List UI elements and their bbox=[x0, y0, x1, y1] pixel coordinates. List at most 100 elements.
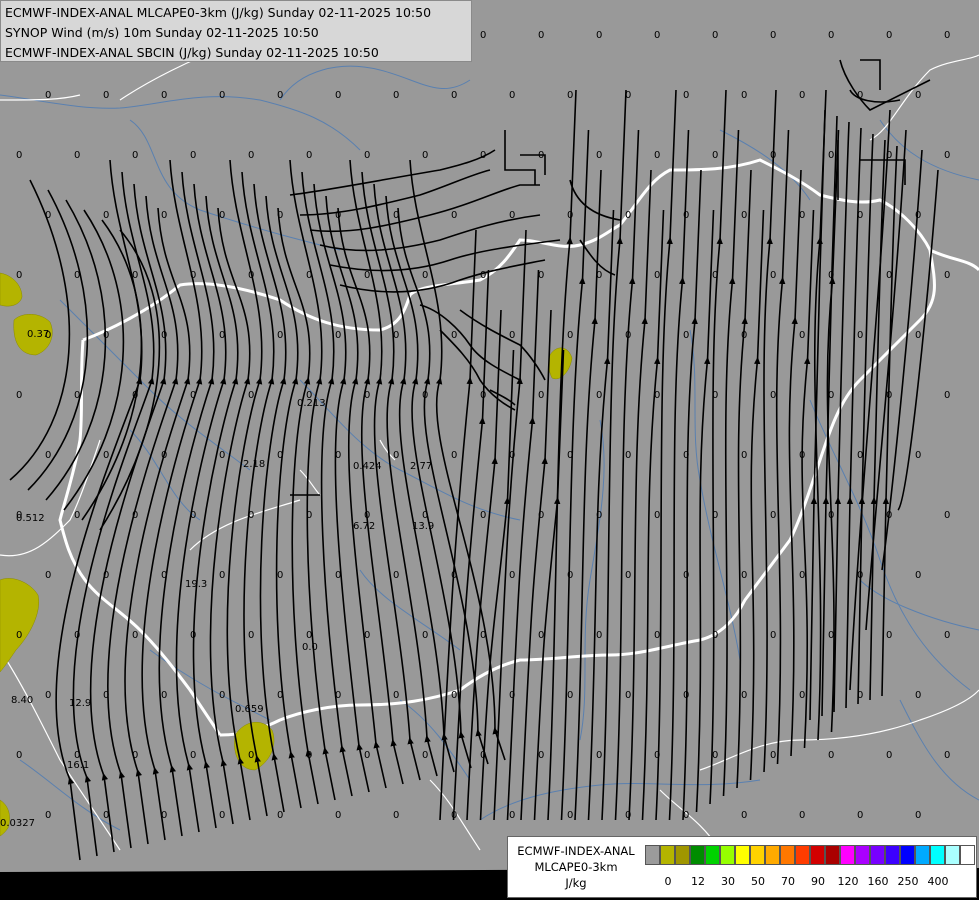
legend-swatch bbox=[660, 845, 675, 865]
zero-label: 0 bbox=[799, 90, 805, 101]
legend-swatch bbox=[645, 845, 660, 865]
zero-label: 0 bbox=[741, 810, 747, 821]
zero-label: 0 bbox=[335, 810, 341, 821]
zero-label: 0 bbox=[944, 510, 950, 521]
zero-label: 0 bbox=[45, 570, 51, 581]
zero-label: 0 bbox=[74, 510, 80, 521]
zero-label: 0 bbox=[654, 270, 660, 281]
legend-swatch bbox=[750, 845, 765, 865]
zero-label: 0 bbox=[596, 630, 602, 641]
zero-label: 0 bbox=[509, 570, 515, 581]
zero-label: 0 bbox=[770, 630, 776, 641]
zero-label: 0 bbox=[45, 450, 51, 461]
zero-label: 0 bbox=[596, 390, 602, 401]
zero-label: 0 bbox=[219, 210, 225, 221]
zero-label: 0 bbox=[306, 390, 312, 401]
zero-label: 0 bbox=[538, 390, 544, 401]
zero-label: 0 bbox=[683, 570, 689, 581]
zero-label: 0 bbox=[248, 150, 254, 161]
cin-label: 2.77 bbox=[410, 461, 432, 472]
zero-label: 0 bbox=[219, 450, 225, 461]
zero-label: 0 bbox=[422, 270, 428, 281]
legend-tick-label: 12 bbox=[691, 875, 705, 888]
zero-label: 0 bbox=[219, 810, 225, 821]
zero-label: 0 bbox=[451, 450, 457, 461]
legend-unit: J/kg bbox=[565, 876, 587, 890]
zero-label: 0 bbox=[451, 330, 457, 341]
zero-label: 0 bbox=[393, 690, 399, 701]
zero-label: 0 bbox=[480, 30, 486, 41]
zero-label: 0 bbox=[219, 90, 225, 101]
legend-tick-label: 50 bbox=[751, 875, 765, 888]
zero-label: 0 bbox=[741, 570, 747, 581]
zero-label: 0 bbox=[335, 330, 341, 341]
legend-tick-label: 30 bbox=[721, 875, 735, 888]
legend-swatch bbox=[735, 845, 750, 865]
zero-label: 0 bbox=[654, 150, 660, 161]
zero-label: 0 bbox=[393, 90, 399, 101]
zero-label: 0 bbox=[886, 750, 892, 761]
zero-label: 0 bbox=[712, 750, 718, 761]
zero-label: 0 bbox=[944, 390, 950, 401]
zero-label: 0 bbox=[509, 90, 515, 101]
zero-label: 0 bbox=[915, 810, 921, 821]
zero-label: 0 bbox=[190, 750, 196, 761]
zero-label: 0 bbox=[741, 690, 747, 701]
legend-swatch bbox=[765, 845, 780, 865]
zero-label: 0 bbox=[625, 690, 631, 701]
zero-label: 0 bbox=[422, 150, 428, 161]
legend-swatch bbox=[705, 845, 720, 865]
zero-label: 0 bbox=[364, 270, 370, 281]
zero-label: 0 bbox=[654, 630, 660, 641]
zero-label: 0 bbox=[944, 270, 950, 281]
legend-tick-label: 0 bbox=[664, 875, 672, 888]
legend-tick-label: 400 bbox=[927, 875, 949, 888]
legend-swatch bbox=[870, 845, 885, 865]
zero-label: 0 bbox=[451, 90, 457, 101]
zero-label: 0 bbox=[422, 750, 428, 761]
zero-label: 0 bbox=[567, 90, 573, 101]
zero-label: 0 bbox=[625, 810, 631, 821]
zero-label: 0 bbox=[393, 810, 399, 821]
zero-label: 0 bbox=[915, 450, 921, 461]
cin-label: 16.1 bbox=[67, 760, 89, 771]
zero-label: 0 bbox=[248, 750, 254, 761]
zero-label: 0 bbox=[103, 90, 109, 101]
zero-label: 0 bbox=[741, 210, 747, 221]
zero-label: 0 bbox=[625, 570, 631, 581]
zero-label: 0 bbox=[799, 570, 805, 581]
legend-swatch bbox=[885, 845, 900, 865]
legend-tick-label: 70 bbox=[781, 875, 795, 888]
zero-label: 0 bbox=[16, 630, 22, 641]
zero-label: 0 bbox=[596, 30, 602, 41]
zero-label: 0 bbox=[538, 30, 544, 41]
zero-label: 0 bbox=[625, 210, 631, 221]
zero-label: 0 bbox=[596, 750, 602, 761]
zero-label: 0 bbox=[335, 90, 341, 101]
zero-label: 0 bbox=[654, 510, 660, 521]
zero-label: 0 bbox=[799, 810, 805, 821]
legend-swatch bbox=[795, 845, 810, 865]
zero-label: 0 bbox=[364, 150, 370, 161]
zero-label: 0 bbox=[190, 150, 196, 161]
zero-label: 0 bbox=[915, 90, 921, 101]
cin-label: 12.9 bbox=[69, 698, 91, 709]
zero-label: 0 bbox=[277, 90, 283, 101]
zero-label: 0 bbox=[219, 690, 225, 701]
zero-label: 0 bbox=[741, 450, 747, 461]
zero-label: 0 bbox=[944, 30, 950, 41]
zero-label: 0 bbox=[16, 510, 22, 521]
zero-label: 0 bbox=[132, 150, 138, 161]
zero-label: 0 bbox=[741, 90, 747, 101]
legend-swatch bbox=[780, 845, 795, 865]
legend-swatch bbox=[690, 845, 705, 865]
zero-label: 0 bbox=[857, 810, 863, 821]
zero-label: 0 bbox=[828, 750, 834, 761]
zero-label: 0 bbox=[161, 690, 167, 701]
zero-label: 0 bbox=[770, 510, 776, 521]
legend-swatch bbox=[855, 845, 870, 865]
zero-label: 0 bbox=[45, 690, 51, 701]
zero-label: 0 bbox=[915, 330, 921, 341]
zero-label: 0 bbox=[596, 150, 602, 161]
cin-label: 6.72 bbox=[353, 521, 375, 532]
